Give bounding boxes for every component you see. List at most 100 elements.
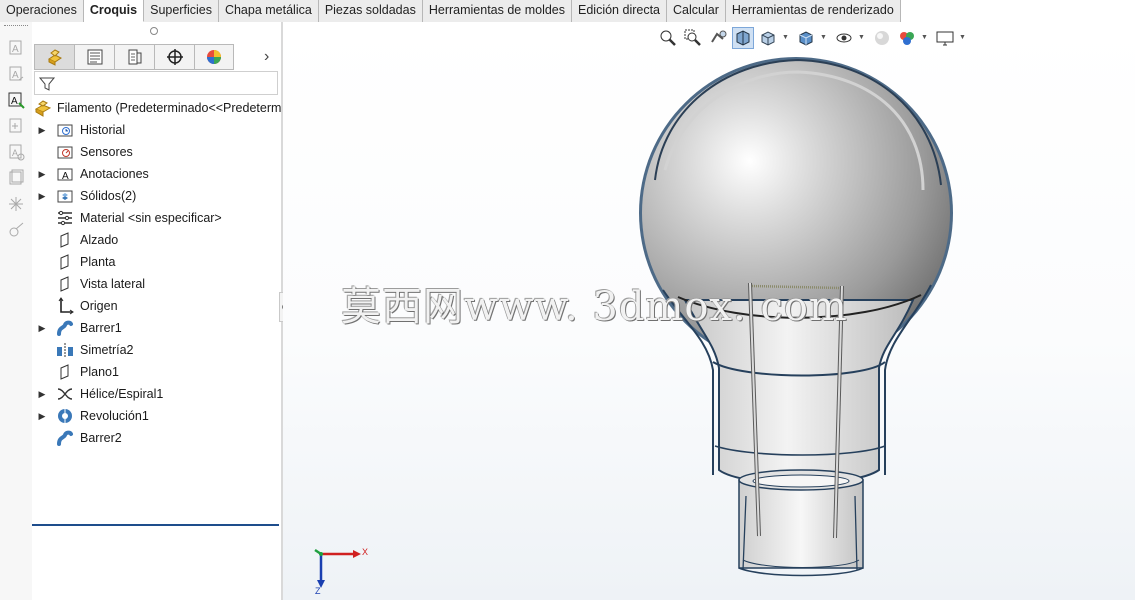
display-style-icon[interactable] [795,27,817,49]
svg-text:A: A [11,96,18,107]
svg-text:A: A [12,44,19,55]
sensors-folder-icon [56,143,74,161]
tree-node-label: Historial [80,123,126,137]
tree-root-label: Filamento (Predeterminado<<Predeterminad… [57,101,312,115]
view-settings-icon[interactable] [934,27,956,49]
tab-herramientas-renderizado[interactable]: Herramientas de renderizado [725,0,901,22]
annotations-folder-icon: A [56,165,74,183]
hide-show-items-icon[interactable] [833,27,855,49]
tree-node-revolucion1[interactable]: ▶ Revolución1 [32,405,280,427]
sweep-icon [56,429,74,447]
tree-node-alzado[interactable]: Alzado [32,229,280,251]
chevron-down-icon[interactable]: ▼ [858,27,866,49]
hole-callout-icon[interactable] [6,220,26,240]
tab-calcular[interactable]: Calcular [667,0,726,22]
note-icon[interactable]: A [6,38,26,58]
feature-manager-panel: › Filamento (Predeterminado<<Predetermin… [32,22,312,600]
tree-node-historial[interactable]: ▶ Historial [32,119,280,141]
svg-text:A: A [62,171,69,182]
toolbar-grip[interactable] [4,25,28,27]
weld-symbol-icon[interactable] [6,194,26,214]
tree-node-origen[interactable]: Origen [32,295,280,317]
origin-icon [56,297,74,315]
tree-node-label: Sensores [80,145,133,159]
display-manager-icon [207,50,221,64]
tree-node-solidos[interactable]: ▶ Sólidos(2) [32,185,280,207]
tree-node-label: Simetría2 [80,343,134,357]
chevron-down-icon[interactable]: ▼ [782,27,790,49]
tree-node-label: Alzado [80,233,119,247]
expand-arrow-icon[interactable]: ▶ [37,405,47,427]
rollback-bar[interactable] [32,524,279,526]
expand-arrow-icon[interactable]: ▶ [37,163,47,185]
tree-node-label: Vista lateral [80,277,146,291]
text-annotation-icon[interactable]: A [6,90,26,110]
expand-arrow-icon[interactable]: ▶ [37,317,47,339]
tab-chapa-metalica[interactable]: Chapa metálica [218,0,319,22]
tree-node-plano1[interactable]: Plano1 [32,361,280,383]
previous-view-icon[interactable] [707,27,729,49]
tree-node-anotaciones[interactable]: ▶ A Anotaciones [32,163,280,185]
sweep-icon [56,319,74,337]
tree-node-label: Anotaciones [80,167,149,181]
material-icon [56,209,74,227]
dimxpert-manager-tab[interactable] [154,44,194,70]
balloon-icon[interactable]: A [6,64,26,84]
edit-appearance-icon[interactable] [871,27,893,49]
zoom-to-area-icon[interactable] [682,27,704,49]
chevron-right-icon[interactable]: › [264,48,278,66]
tree-filter[interactable] [34,71,278,95]
plane-icon [56,253,74,271]
configuration-manager-tab[interactable] [114,44,154,70]
tree-node-planta[interactable]: Planta [32,251,280,273]
view-orientation-icon[interactable] [757,27,779,49]
property-manager-icon [87,49,102,65]
feature-manager-tab[interactable] [34,44,74,70]
watermark-text: 莫西网www. 3dmox. com [341,284,848,330]
tab-herramientas-moldes[interactable]: Herramientas de moldes [422,0,573,22]
tab-superficies[interactable]: Superficies [144,0,219,22]
tab-piezas-soldadas[interactable]: Piezas soldadas [318,0,423,22]
chevron-down-icon[interactable]: ▼ [921,27,929,49]
tree-node-label: Barrer2 [80,431,122,445]
part-icon [47,49,62,66]
tree-node-vista-lateral[interactable]: Vista lateral [32,273,280,295]
svg-text:A: A [12,148,18,158]
tree-node-simetria2[interactable]: Simetría2 [32,339,280,361]
tree-node-label: Revolución1 [80,409,149,423]
plane-icon [56,231,74,249]
property-manager-tab[interactable] [74,44,114,70]
chevron-down-icon[interactable]: ▼ [820,27,828,49]
panel-collapse-handle[interactable] [150,27,158,35]
expand-arrow-icon[interactable]: ▶ [37,185,47,207]
sketch-mini-toolbar: A A A A [0,22,32,600]
configuration-manager-icon [128,49,141,65]
expand-arrow-icon[interactable]: ▶ [37,119,47,141]
design-tree: Filamento (Predeterminado<<Predeterminad… [32,97,312,526]
tree-root-part[interactable]: Filamento (Predeterminado<<Predeterminad… [32,97,312,119]
tree-node-label: Barrer1 [80,321,122,335]
section-view-icon[interactable] [732,27,754,49]
tab-operaciones[interactable]: Operaciones [0,0,84,22]
display-manager-tab[interactable] [194,44,234,70]
mirror-icon [56,341,74,359]
chevron-down-icon[interactable]: ▼ [959,27,967,49]
expand-arrow-icon[interactable]: ▶ [37,383,47,405]
solid-bodies-folder-icon [56,187,74,205]
filter-icon [38,77,56,91]
apply-scene-icon[interactable] [896,27,918,49]
tree-node-barrer2[interactable]: Barrer2 [32,427,280,449]
tree-node-sensores[interactable]: Sensores [32,141,280,163]
tab-croquis[interactable]: Croquis [83,0,145,22]
linked-note-icon[interactable]: A [6,142,26,162]
tree-node-material[interactable]: Material <sin especificar> [32,207,280,229]
add-annotation-icon[interactable] [6,116,26,136]
tree-node-barrer1[interactable]: ▶ Barrer1 [32,317,280,339]
stack-icon[interactable] [6,168,26,188]
part-icon [34,99,52,117]
tree-node-helice-espiral1[interactable]: ▶ Hélice/Espiral1 [32,383,280,405]
tab-edicion-directa[interactable]: Edición directa [572,0,668,22]
graphics-area[interactable]: ▼ ▼ ▼ ▼ ▼ 莫西网www. 3dmox. com X Z [283,22,1135,600]
zoom-to-fit-icon[interactable] [657,27,679,49]
tree-node-label: Origen [80,299,118,313]
